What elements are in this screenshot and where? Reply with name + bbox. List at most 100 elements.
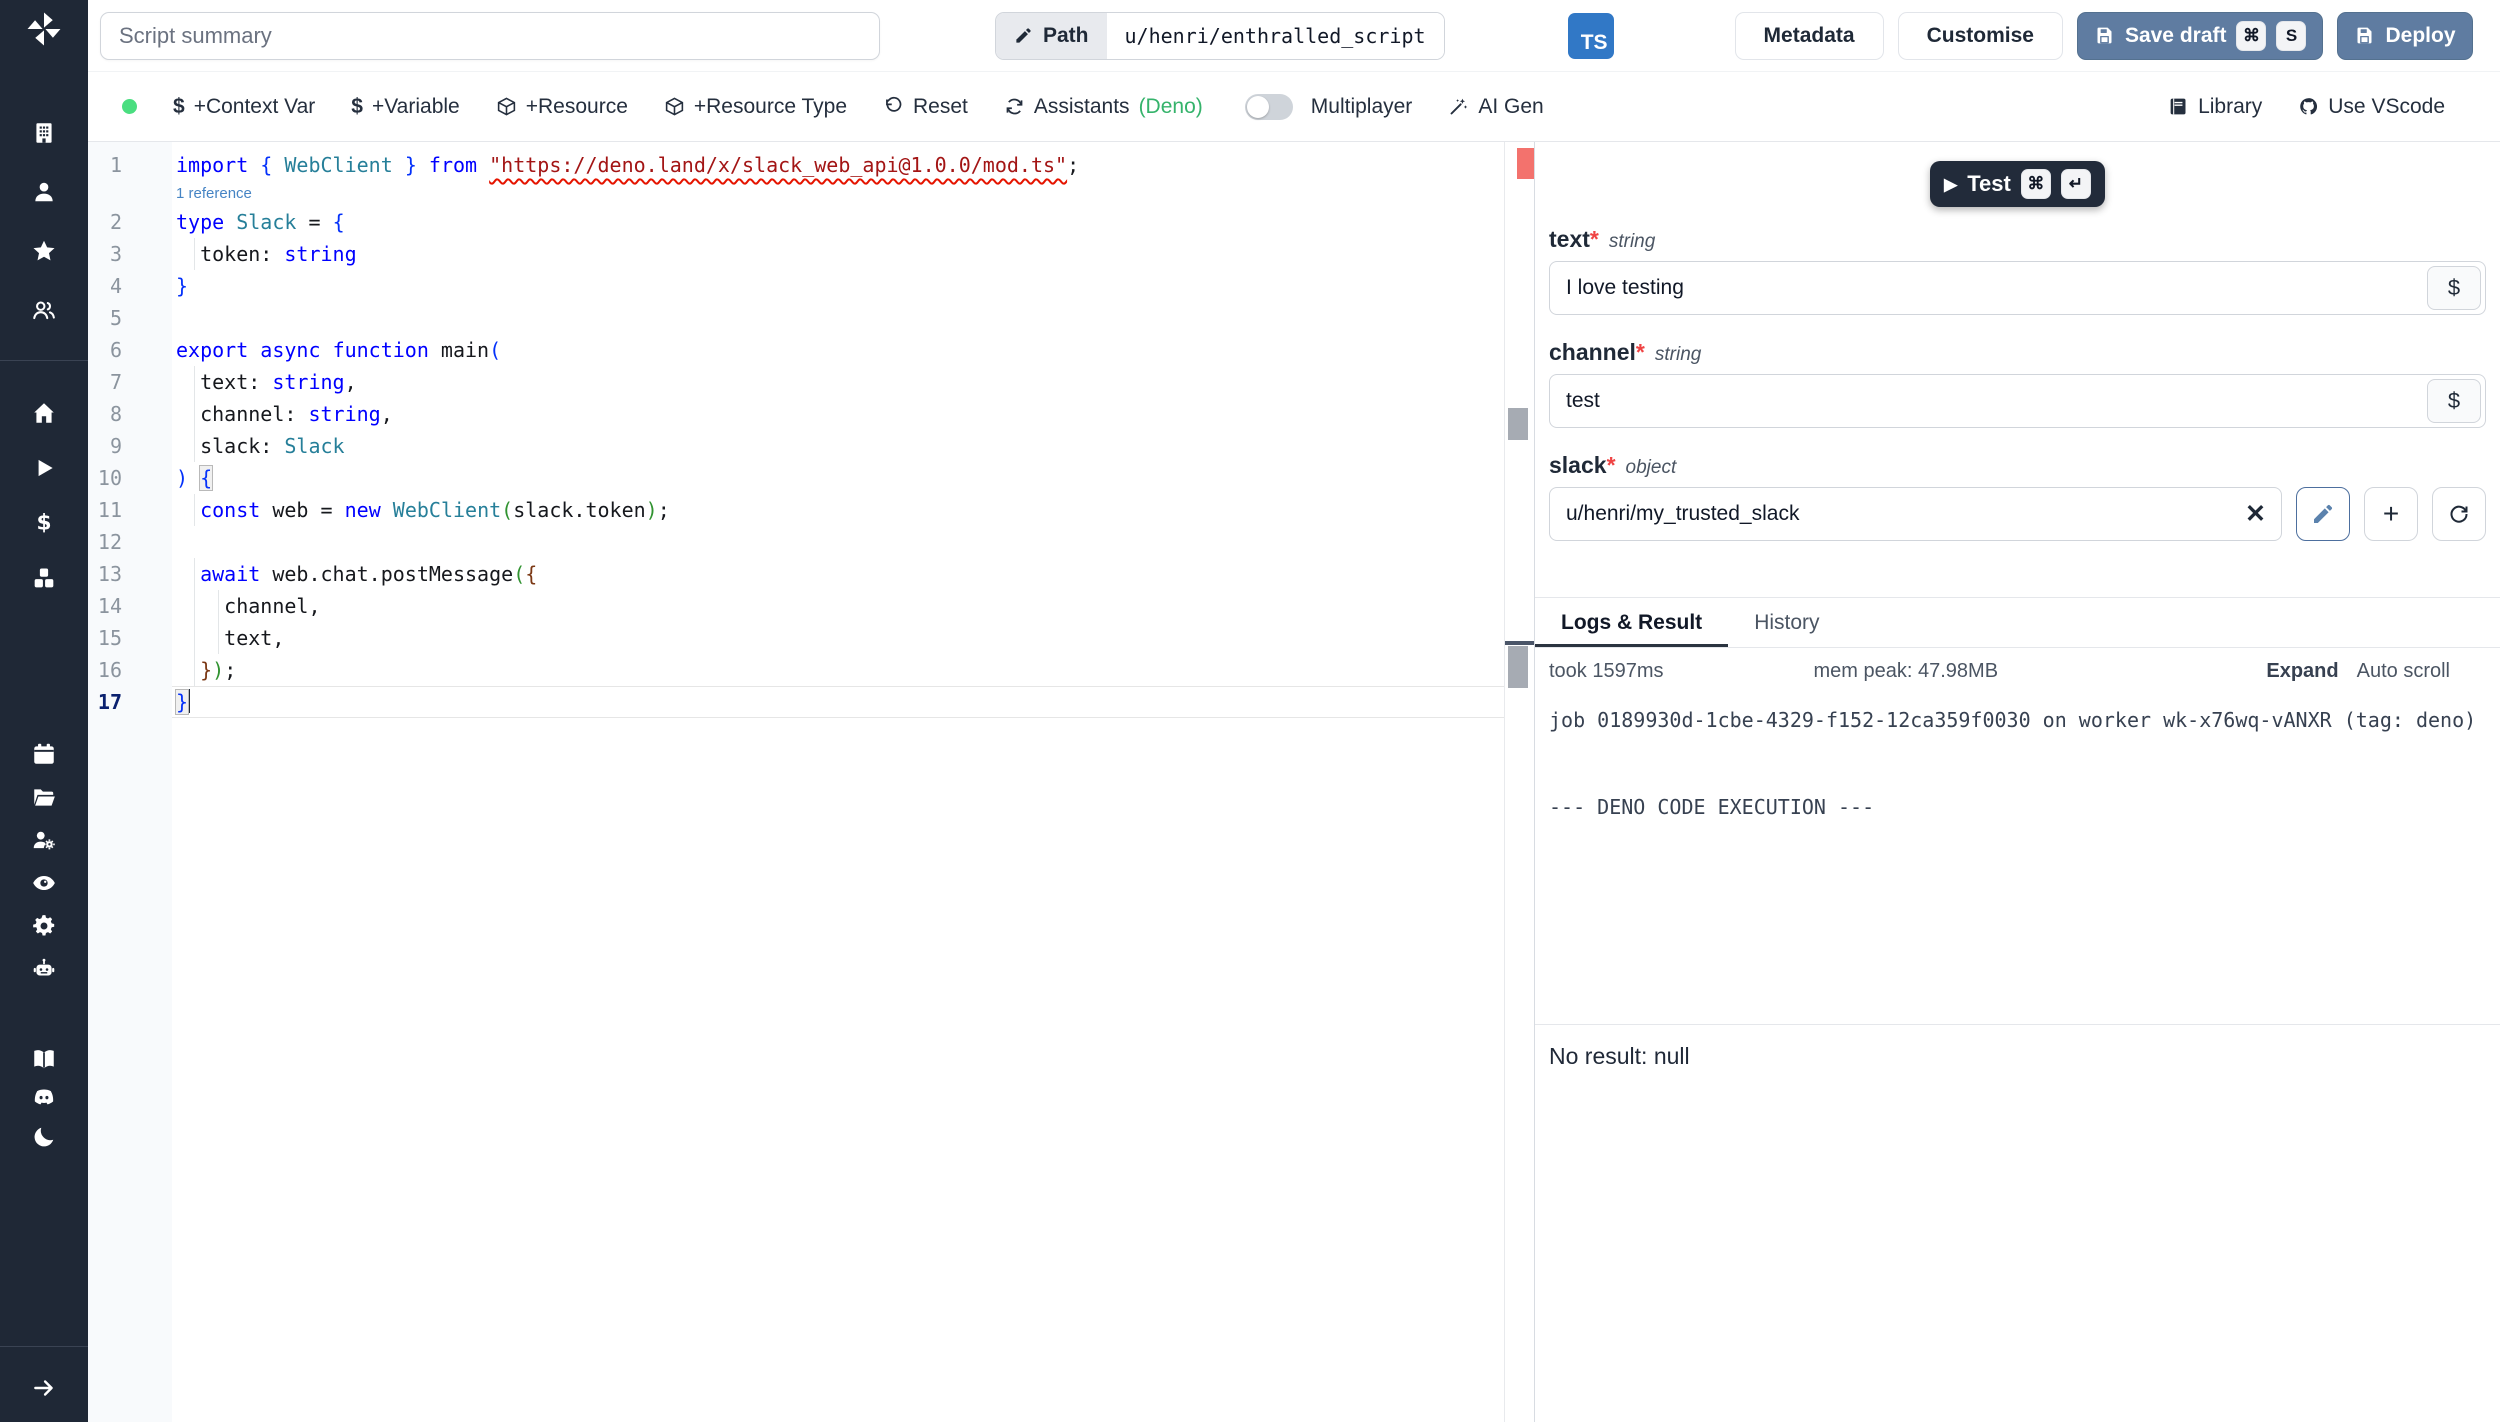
pencil-icon: [1014, 26, 1033, 45]
sidebar-item-book-open-icon[interactable]: [31, 1046, 57, 1072]
code-line-12[interactable]: 12: [88, 526, 1504, 558]
expand-button[interactable]: Expand: [2266, 660, 2338, 683]
code-line-7[interactable]: 7 text: string,: [88, 366, 1504, 398]
editor-scrollbar[interactable]: [1504, 142, 1534, 1422]
auto-scroll-toggle[interactable]: Auto scroll: [2357, 660, 2450, 683]
arg-label: channel*string: [1549, 339, 2486, 366]
channel-arg-input[interactable]: [1549, 374, 2486, 428]
deno-label: (Deno): [1139, 95, 1203, 119]
sidebar-item-discord-icon[interactable]: [31, 1085, 57, 1111]
text-arg-input[interactable]: [1549, 261, 2486, 315]
path-label: Path: [996, 13, 1107, 59]
save-icon: [2354, 25, 2375, 46]
line-number: 16: [88, 654, 172, 686]
sidebar-item-dollar-icon[interactable]: $: [31, 510, 57, 536]
code-line-1[interactable]: 1import { WebClient } from "https://deno…: [88, 149, 1504, 181]
customise-button[interactable]: Customise: [1898, 12, 2063, 60]
save-draft-button[interactable]: Save draft ⌘ S: [2077, 12, 2324, 60]
slack-resource-input[interactable]: [1549, 487, 2282, 541]
code-line-6[interactable]: 6export async function main(: [88, 334, 1504, 366]
use-vscode-button[interactable]: Use VScode: [2298, 95, 2445, 119]
sidebar-item-eye-icon[interactable]: [31, 870, 57, 896]
multiplayer-toggle[interactable]: [1245, 94, 1293, 120]
sidebar-item-play-icon[interactable]: [31, 455, 57, 481]
line-number: 12: [88, 526, 172, 558]
arg-slack: slack*object ✕ +: [1535, 452, 2500, 541]
code-line-14[interactable]: 14 channel,: [88, 590, 1504, 622]
add-resource-button[interactable]: +Resource: [496, 95, 628, 119]
kbd-enter: ↵: [2061, 169, 2091, 199]
sidebar-item-star-icon[interactable]: [31, 238, 57, 264]
metadata-button[interactable]: Metadata: [1735, 12, 1884, 60]
add-variable-button[interactable]: $+Variable: [351, 95, 459, 119]
sidebar-item-user-icon[interactable]: [31, 179, 57, 205]
add-resource-button[interactable]: +: [2364, 487, 2418, 541]
dollar-icon: $: [173, 95, 185, 119]
sidebar-item-arrow-right-icon[interactable]: [31, 1375, 57, 1401]
arg-label: text*string: [1549, 226, 2486, 253]
code-line-13[interactable]: 13 await web.chat.postMessage({: [88, 558, 1504, 590]
sidebar-item-calendar-icon[interactable]: [31, 741, 57, 767]
code-line-3[interactable]: 3 token: string: [88, 238, 1504, 270]
tab-logs-result[interactable]: Logs & Result: [1535, 598, 1728, 647]
clear-icon[interactable]: ✕: [2245, 487, 2266, 541]
code-line-9[interactable]: 9 slack: Slack: [88, 430, 1504, 462]
add-context-var-button[interactable]: $+Context Var: [173, 95, 315, 119]
sidebar-item-moon-icon[interactable]: [31, 1124, 57, 1150]
ai-gen-button[interactable]: AI Gen: [1448, 95, 1543, 119]
sidebar-item-folder-icon[interactable]: [31, 784, 57, 810]
play-icon: ▶: [1944, 176, 1957, 193]
insert-var-button[interactable]: $: [2427, 379, 2481, 423]
edit-resource-button[interactable]: [2296, 487, 2350, 541]
path-value[interactable]: u/henri/enthralled_script: [1107, 13, 1444, 59]
sidebar-item-home-icon[interactable]: [31, 400, 57, 426]
code-line-8[interactable]: 8 channel: string,: [88, 398, 1504, 430]
sidebar-divider: [0, 360, 88, 361]
script-summary-input[interactable]: [100, 12, 880, 60]
codelens-references[interactable]: 1 reference: [172, 181, 252, 206]
book-icon: [2168, 96, 2189, 117]
sidebar-item-gear-icon[interactable]: [31, 913, 57, 939]
refresh-resource-button[interactable]: [2432, 487, 2486, 541]
code-editor[interactable]: 1import { WebClient } from "https://deno…: [88, 142, 1534, 1422]
sidebar-item-cubes-icon[interactable]: [31, 565, 57, 591]
sidebar-item-building-icon[interactable]: [31, 120, 57, 146]
windmill-logo-icon[interactable]: [0, 8, 88, 50]
deploy-button[interactable]: Deploy: [2337, 12, 2472, 60]
code-line-2[interactable]: 2type Slack = {: [88, 206, 1504, 238]
insert-var-button[interactable]: $: [2427, 266, 2481, 310]
sidebar-item-robot-icon[interactable]: [31, 956, 57, 982]
line-number: 17: [88, 686, 172, 718]
test-button[interactable]: ▶ Test ⌘ ↵: [1930, 161, 2105, 207]
scroll-thumb[interactable]: [1508, 408, 1528, 440]
sidebar-item-users-icon[interactable]: [31, 297, 57, 323]
code-line-4[interactable]: 4}: [88, 270, 1504, 302]
path-selector[interactable]: Path u/henri/enthralled_script: [995, 12, 1445, 60]
log-line: --- DENO CODE EXECUTION ---: [1549, 791, 2486, 824]
code-line-16[interactable]: 16 });: [88, 654, 1504, 686]
sidebar: $: [0, 0, 88, 1422]
line-number: 9: [88, 430, 172, 462]
typescript-badge: TS: [1568, 13, 1614, 59]
arg-channel: channel*string $: [1535, 339, 2500, 428]
line-number: 4: [88, 270, 172, 302]
header: Path u/henri/enthralled_script TS Metada…: [88, 0, 2500, 72]
code-line-10[interactable]: 10) {: [88, 462, 1504, 494]
code-line-17[interactable]: 17}: [88, 686, 1504, 718]
tab-history[interactable]: History: [1728, 598, 1845, 647]
sidebar-item-user-gear-icon[interactable]: [31, 827, 57, 853]
code-line-11[interactable]: 11 const web = new WebClient(slack.token…: [88, 494, 1504, 526]
library-button[interactable]: Library: [2168, 95, 2262, 119]
content: 1import { WebClient } from "https://deno…: [88, 142, 2500, 1422]
reset-button[interactable]: Reset: [883, 95, 968, 119]
box-icon: [496, 96, 517, 117]
code-line-15[interactable]: 15 text,: [88, 622, 1504, 654]
kbd-s: S: [2276, 21, 2306, 51]
assistants-button[interactable]: Assistants (Deno): [1004, 95, 1203, 119]
code-line-5[interactable]: 5: [88, 302, 1504, 334]
add-resource-type-button[interactable]: +Resource Type: [664, 95, 847, 119]
scroll-thumb[interactable]: [1508, 646, 1528, 688]
log-line: job 0189930d-1cbe-4329-f152-12ca359f0030…: [1549, 704, 2486, 737]
line-number: 14: [88, 590, 172, 622]
kbd-cmd: ⌘: [2021, 169, 2051, 199]
